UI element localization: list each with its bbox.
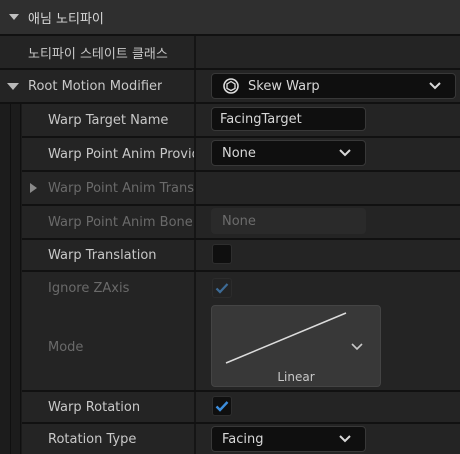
ignore-zaxis-label: Ignore ZAxis — [48, 280, 130, 296]
rotation-type-value: Facing — [222, 431, 264, 447]
warp-point-provider-value: None — [222, 145, 256, 161]
rotation-type-dropdown[interactable]: Facing — [211, 426, 366, 452]
chevron-down-icon — [427, 78, 443, 94]
warp-translation-label: Warp Translation — [48, 247, 157, 263]
warp-point-transform-label: Warp Point Anim Transf... — [48, 180, 211, 196]
collapse-arrow-icon[interactable] — [8, 11, 20, 23]
warp-point-provider-label: Warp Point Anim Provider — [48, 146, 214, 162]
warp-rotation-checkbox[interactable] — [212, 396, 232, 416]
notify-state-class-row: 노티파이 스테이트 클래스 — [0, 36, 460, 68]
expand-arrow-icon[interactable] — [6, 70, 20, 102]
root-motion-modifier-value: Skew Warp — [248, 78, 320, 94]
unreal-logo-icon — [222, 77, 240, 95]
chevron-down-icon — [337, 145, 353, 161]
section-title: 애님 노티파이 — [28, 11, 104, 27]
mode-value: Linear — [277, 370, 315, 384]
checkmark-icon — [215, 283, 229, 294]
root-motion-modifier-label: Root Motion Modifier — [28, 78, 163, 94]
checkmark-icon — [215, 401, 229, 412]
notify-state-class-label: 노티파이 스테이트 클래스 — [28, 46, 168, 62]
warp-target-name-label: Warp Target Name — [48, 112, 169, 128]
warp-point-provider-dropdown[interactable]: None — [211, 140, 366, 166]
warp-translation-checkbox[interactable] — [212, 244, 232, 264]
expand-arrow-right-icon[interactable] — [28, 172, 38, 204]
root-motion-modifier-dropdown[interactable]: Skew Warp — [211, 73, 456, 99]
warp-target-name-input[interactable]: FacingTarget — [211, 107, 366, 131]
warp-point-bone-input: None — [211, 208, 366, 234]
notify-state-class-value[interactable] — [196, 36, 460, 68]
chevron-down-icon — [337, 431, 353, 447]
rotation-type-label: Rotation Type — [48, 431, 137, 447]
warp-point-bone-label: Warp Point Anim Bone... — [48, 214, 206, 230]
mode-curve-picker[interactable]: Linear — [211, 305, 381, 387]
warp-rotation-label: Warp Rotation — [48, 399, 141, 415]
ignore-zaxis-checkbox — [212, 278, 232, 298]
root-motion-modifier-row: Root Motion Modifier Skew Warp — [0, 70, 460, 102]
section-header-anim-notify[interactable]: 애님 노티파이 — [0, 0, 460, 34]
mode-label: Mode — [48, 339, 84, 355]
